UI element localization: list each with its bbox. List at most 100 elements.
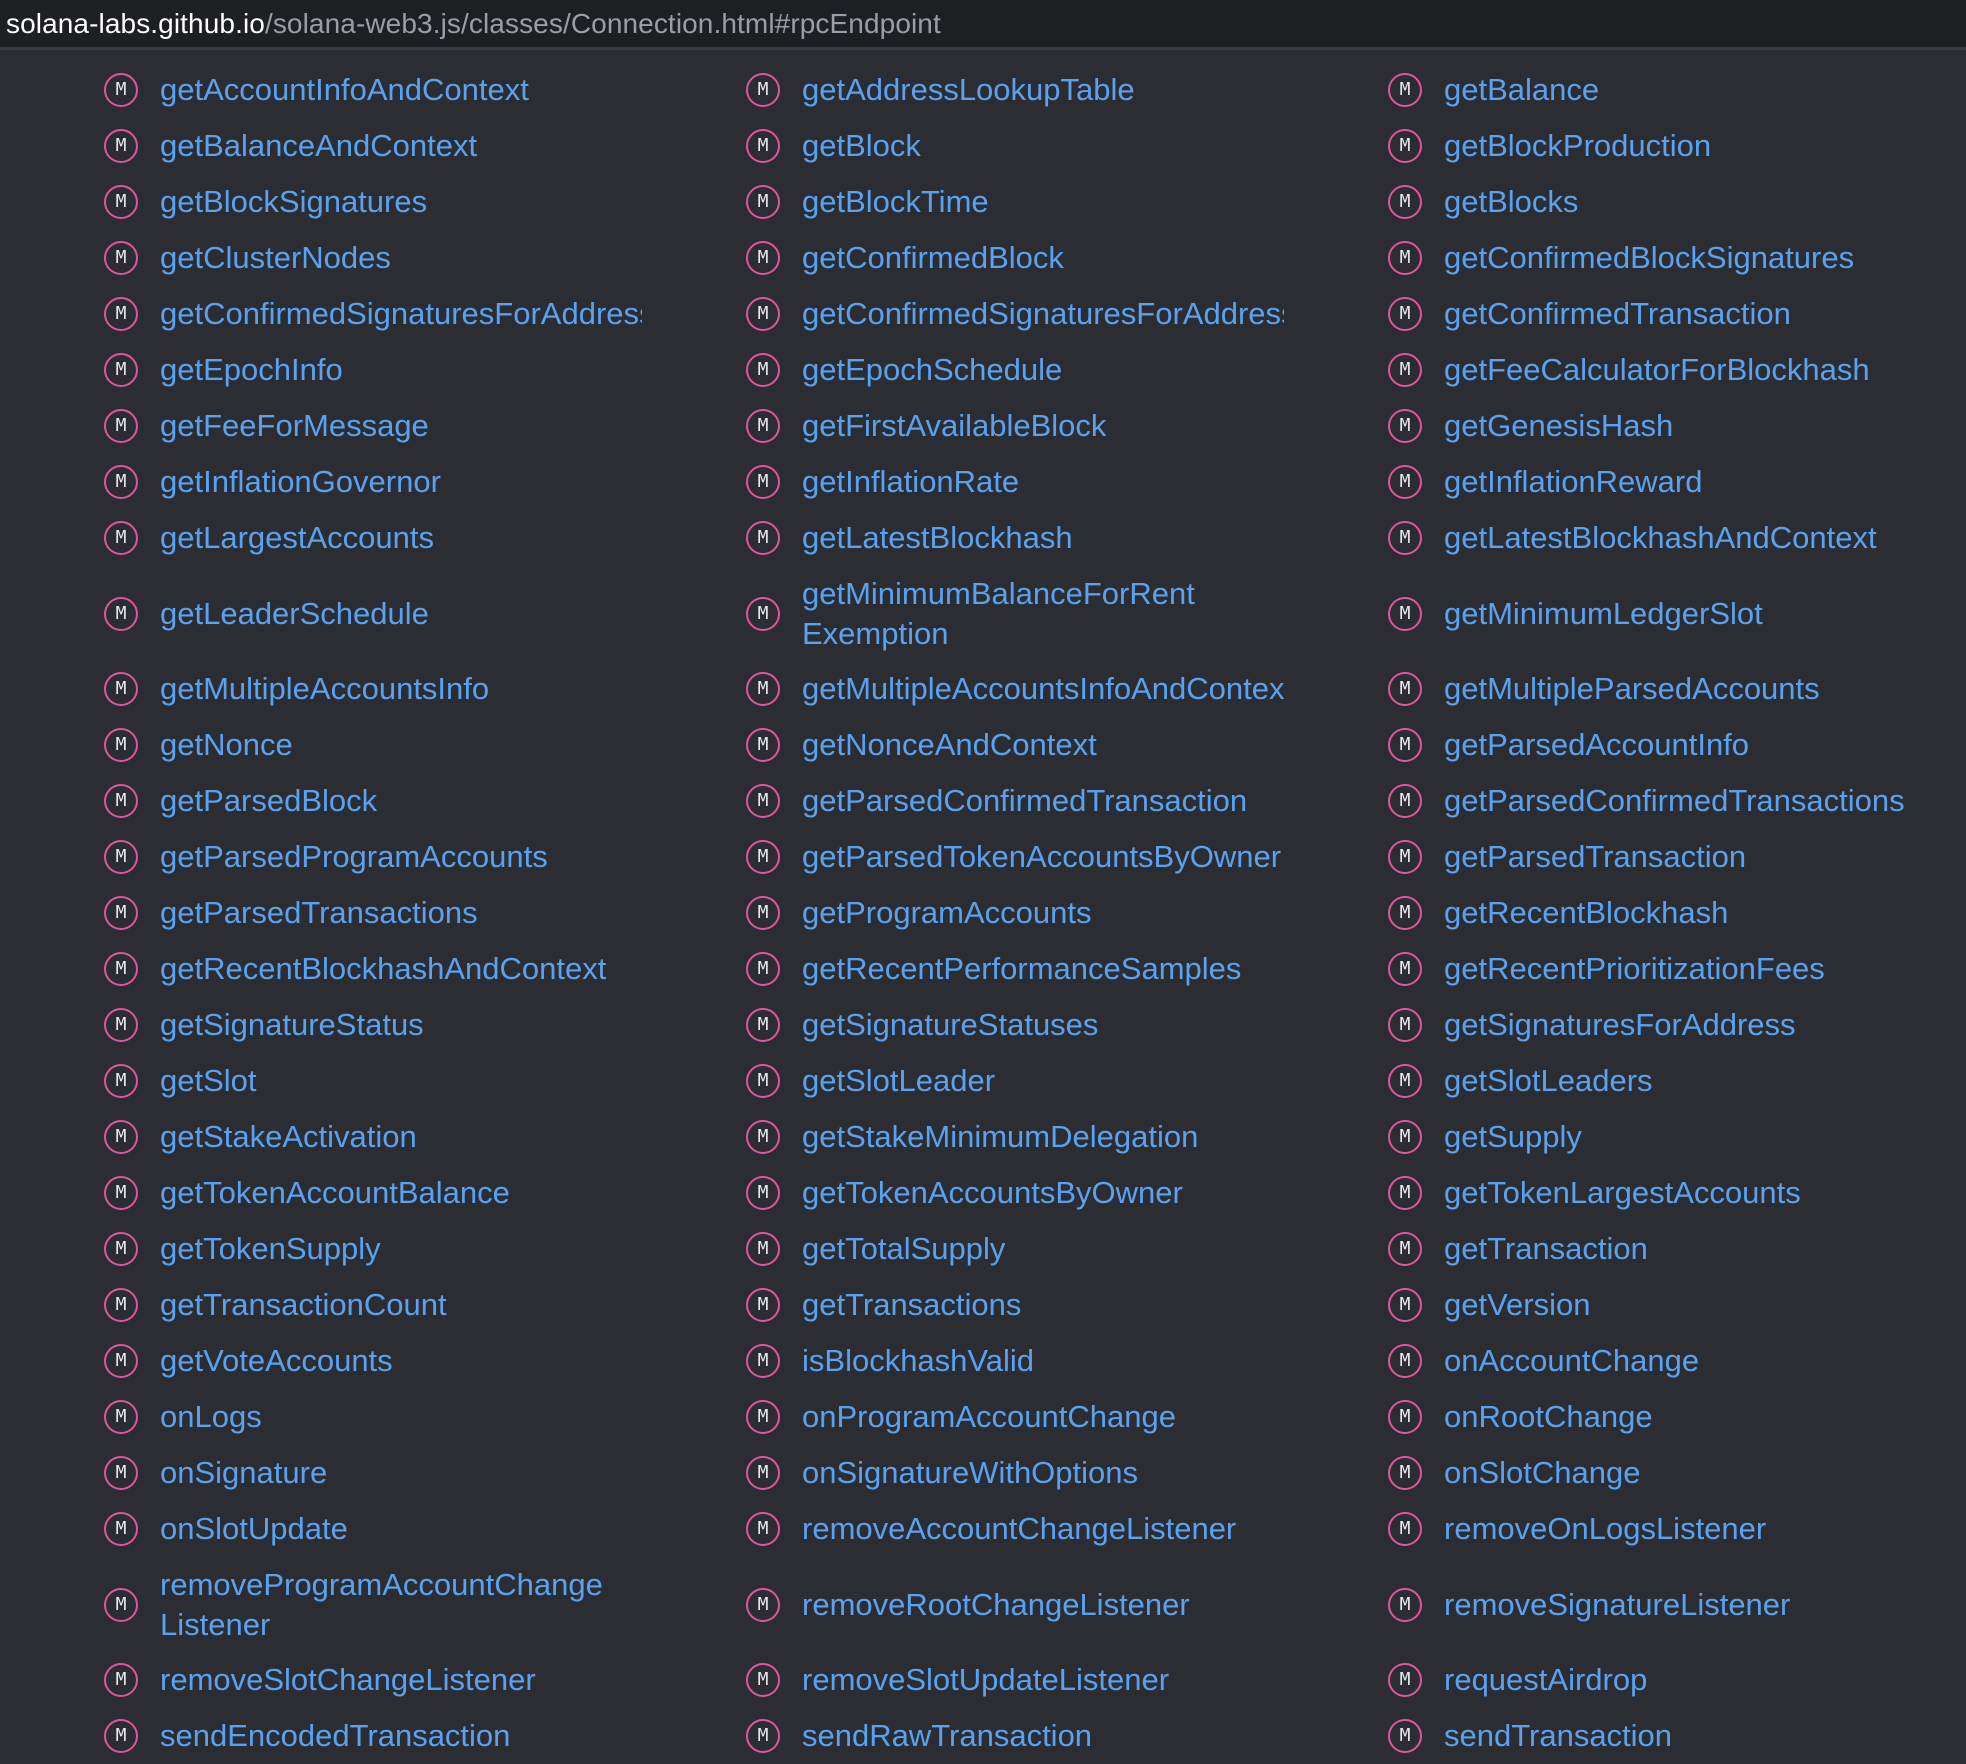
method-kind-icon: M xyxy=(1388,1719,1422,1753)
method-link[interactable]: isBlockhashValid xyxy=(802,1341,1034,1381)
method-link[interactable]: getEpochInfo xyxy=(160,350,343,390)
method-kind-icon: M xyxy=(104,1512,138,1546)
method-kind-icon: M xyxy=(746,1719,780,1753)
method-link[interactable]: getMinimumLedgerSlot xyxy=(1444,594,1763,634)
method-link[interactable]: getSignaturesForAddress xyxy=(1444,1005,1796,1045)
method-link[interactable]: requestAirdrop xyxy=(1444,1660,1647,1700)
method-link[interactable]: removeOnLogsListener xyxy=(1444,1509,1766,1549)
method-link[interactable]: getEpochSchedule xyxy=(802,350,1062,390)
method-link[interactable]: getMinimumBalanceForRent Exemption xyxy=(802,574,1195,654)
method-link[interactable]: getTokenLargestAccounts xyxy=(1444,1173,1801,1213)
method-link[interactable]: getConfirmedSignaturesForAddress2 xyxy=(802,294,1284,334)
method-link[interactable]: getFirstAvailableBlock xyxy=(802,406,1106,446)
method-link[interactable]: getTokenSupply xyxy=(160,1229,381,1269)
method-link[interactable]: getLeaderSchedule xyxy=(160,594,429,634)
method-link[interactable]: getLatestBlockhash xyxy=(802,518,1073,558)
method-link[interactable]: getBlockProduction xyxy=(1444,126,1711,166)
method-link[interactable]: getParsedConfirmedTransaction xyxy=(802,781,1247,821)
method-link[interactable]: getStakeActivation xyxy=(160,1117,417,1157)
method-link[interactable]: getParsedBlock xyxy=(160,781,377,821)
method-link[interactable]: onSignature xyxy=(160,1453,327,1493)
method-list-item: MgetBalance xyxy=(1284,62,1966,118)
method-link[interactable]: getSlot xyxy=(160,1061,257,1101)
method-link[interactable]: getClusterNodes xyxy=(160,238,391,278)
method-link[interactable]: getSignatureStatus xyxy=(160,1005,424,1045)
method-link[interactable]: getTransactionCount xyxy=(160,1285,447,1325)
method-kind-icon: M xyxy=(104,1344,138,1378)
method-link[interactable]: removeSlotChangeListener xyxy=(160,1660,536,1700)
method-list-item: MgetTokenLargestAccounts xyxy=(1284,1165,1966,1221)
url-host: solana-labs.github.io xyxy=(6,7,265,39)
method-link[interactable]: getInflationGovernor xyxy=(160,462,441,502)
method-link[interactable]: getAddressLookupTable xyxy=(802,70,1135,110)
method-link[interactable]: getProgramAccounts xyxy=(802,893,1091,933)
method-link[interactable]: getConfirmedBlock xyxy=(802,238,1064,278)
method-link[interactable]: removeProgramAccountChange Listener xyxy=(160,1565,603,1645)
method-kind-icon: M xyxy=(746,409,780,443)
method-link[interactable]: getRecentPrioritizationFees xyxy=(1444,949,1825,989)
method-link[interactable]: getVersion xyxy=(1444,1285,1591,1325)
method-link[interactable]: getGenesisHash xyxy=(1444,406,1673,446)
method-link[interactable]: getMultipleAccountsInfoAndContext xyxy=(802,669,1284,709)
method-link[interactable]: getConfirmedSignaturesForAddress xyxy=(160,294,642,334)
method-link[interactable]: getRecentBlockhash xyxy=(1444,893,1728,933)
method-link[interactable]: sendEncodedTransaction xyxy=(160,1716,510,1756)
method-link[interactable]: getSupply xyxy=(1444,1117,1582,1157)
method-link[interactable]: getBlocks xyxy=(1444,182,1578,222)
method-link[interactable]: getParsedAccountInfo xyxy=(1444,725,1749,765)
method-link[interactable]: getBlockSignatures xyxy=(160,182,427,222)
method-link[interactable]: getSignatureStatuses xyxy=(802,1005,1098,1045)
method-link[interactable]: onProgramAccountChange xyxy=(802,1397,1176,1437)
method-kind-icon: M xyxy=(746,1120,780,1154)
method-link[interactable]: getFeeCalculatorForBlockhash xyxy=(1444,350,1870,390)
method-link[interactable]: getStakeMinimumDelegation xyxy=(802,1117,1198,1157)
method-link[interactable]: onLogs xyxy=(160,1397,262,1437)
method-link[interactable]: removeAccountChangeListener xyxy=(802,1509,1236,1549)
method-link[interactable]: sendTransaction xyxy=(1444,1716,1672,1756)
method-link[interactable]: onSignatureWithOptions xyxy=(802,1453,1138,1493)
address-bar[interactable]: solana-labs.github.io/solana-web3.js/cla… xyxy=(0,0,1966,50)
method-link[interactable]: getRecentBlockhashAndContext xyxy=(160,949,606,989)
method-link[interactable]: getBlockTime xyxy=(802,182,989,222)
method-link[interactable]: onRootChange xyxy=(1444,1397,1653,1437)
method-link[interactable]: getLatestBlockhashAndContext xyxy=(1444,518,1877,558)
method-link[interactable]: getParsedTokenAccountsByOwner xyxy=(802,837,1281,877)
method-link[interactable]: getMultipleParsedAccounts xyxy=(1444,669,1820,709)
method-link[interactable]: getInflationReward xyxy=(1444,462,1703,502)
method-link[interactable]: getTransaction xyxy=(1444,1229,1648,1269)
method-link[interactable]: getTokenAccountsByOwner xyxy=(802,1173,1183,1213)
method-link[interactable]: removeSignatureListener xyxy=(1444,1585,1790,1625)
method-link[interactable]: getSlotLeaders xyxy=(1444,1061,1653,1101)
method-link[interactable]: removeRootChangeListener xyxy=(802,1585,1190,1625)
method-link[interactable]: sendRawTransaction xyxy=(802,1716,1092,1756)
method-link[interactable]: getParsedConfirmedTransactions xyxy=(1444,781,1905,821)
method-link[interactable]: getBalance xyxy=(1444,70,1599,110)
method-link[interactable]: getConfirmedTransaction xyxy=(1444,294,1791,334)
method-link[interactable]: getParsedProgramAccounts xyxy=(160,837,548,877)
method-link[interactable]: getParsedTransaction xyxy=(1444,837,1746,877)
method-link[interactable]: getNonce xyxy=(160,725,293,765)
method-link[interactable]: onAccountChange xyxy=(1444,1341,1699,1381)
method-kind-icon: M xyxy=(1388,1456,1422,1490)
method-link[interactable]: getBlock xyxy=(802,126,921,166)
method-link[interactable]: getSlotLeader xyxy=(802,1061,995,1101)
method-list-item: MgetConfirmedBlock xyxy=(642,230,1284,286)
method-link[interactable]: getNonceAndContext xyxy=(802,725,1097,765)
method-link[interactable]: getParsedTransactions xyxy=(160,893,478,933)
method-link[interactable]: getRecentPerformanceSamples xyxy=(802,949,1241,989)
method-link[interactable]: removeSlotUpdateListener xyxy=(802,1660,1169,1700)
method-link[interactable]: getTokenAccountBalance xyxy=(160,1173,510,1213)
method-link[interactable]: onSlotChange xyxy=(1444,1453,1641,1493)
method-link[interactable]: getBalanceAndContext xyxy=(160,126,477,166)
method-link[interactable]: getConfirmedBlockSignatures xyxy=(1444,238,1854,278)
method-link[interactable]: getAccountInfoAndContext xyxy=(160,70,529,110)
method-list-item: MgetTokenSupply xyxy=(0,1221,642,1277)
method-link[interactable]: getTransactions xyxy=(802,1285,1021,1325)
method-link[interactable]: onSlotUpdate xyxy=(160,1509,348,1549)
method-link[interactable]: getInflationRate xyxy=(802,462,1019,502)
method-link[interactable]: getMultipleAccountsInfo xyxy=(160,669,489,709)
method-link[interactable]: getVoteAccounts xyxy=(160,1341,393,1381)
method-link[interactable]: getFeeForMessage xyxy=(160,406,429,446)
method-link[interactable]: getLargestAccounts xyxy=(160,518,434,558)
method-link[interactable]: getTotalSupply xyxy=(802,1229,1005,1269)
